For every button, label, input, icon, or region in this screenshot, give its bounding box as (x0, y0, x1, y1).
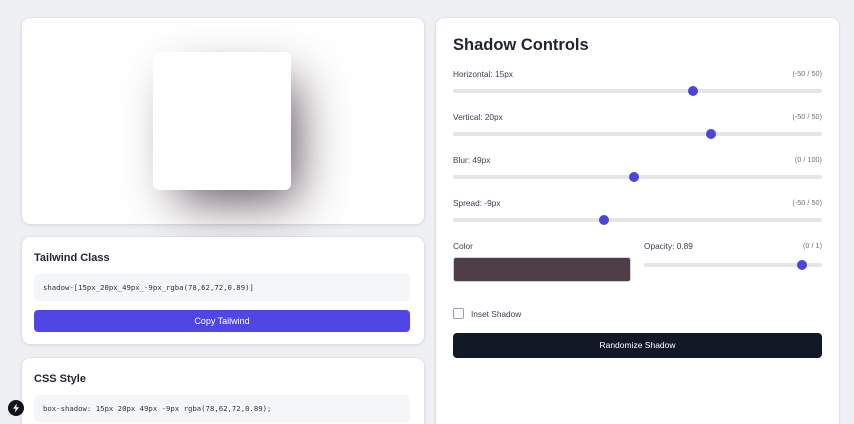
inset-shadow-checkbox[interactable] (453, 308, 464, 319)
blur-range: (0 / 100) (794, 155, 822, 164)
opacity-slider-thumb[interactable] (797, 260, 808, 270)
css-card: CSS Style box-shadow: 15px 20px 49px -9p… (22, 358, 424, 424)
opacity-range: (0 / 1) (802, 241, 822, 250)
opacity-slider[interactable] (644, 260, 822, 270)
tailwind-code: shadow-[15px_20px_49px_-9px_rgba(78,62,7… (34, 274, 410, 301)
spread-label: Spread: -9px (453, 198, 501, 208)
copy-tailwind-button[interactable]: Copy Tailwind (34, 310, 410, 332)
preview-card (22, 18, 424, 224)
controls-card: Shadow Controls Horizontal: 15px (-50 / … (436, 18, 839, 424)
blur-slider-thumb[interactable] (628, 172, 639, 182)
randomize-shadow-button[interactable]: Randomize Shadow (453, 333, 822, 358)
vertical-range: (-50 / 50) (792, 112, 822, 121)
controls-title: Shadow Controls (453, 36, 589, 54)
horizontal-label: Horizontal: 15px (453, 69, 513, 79)
horizontal-slider[interactable] (453, 86, 822, 96)
css-title: CSS Style (34, 373, 86, 385)
vertical-slider-thumb[interactable] (706, 129, 717, 139)
blur-slider[interactable] (453, 172, 822, 182)
vertical-slider[interactable] (453, 129, 822, 139)
horizontal-range: (-50 / 50) (792, 69, 822, 78)
tailwind-title: Tailwind Class (34, 252, 110, 264)
horizontal-slider-thumb[interactable] (687, 86, 698, 96)
spread-slider-thumb[interactable] (599, 215, 610, 225)
css-code: box-shadow: 15px 20px 49px -9px rgba(78,… (34, 395, 410, 422)
inset-shadow-label: Inset Shadow (471, 309, 522, 319)
color-picker[interactable] (453, 257, 631, 282)
tailwind-card: Tailwind Class shadow-[15px_20px_49px_-9… (22, 237, 424, 344)
lightning-icon (13, 403, 19, 413)
shadow-preview-box (153, 52, 291, 190)
lightning-badge-icon[interactable] (8, 400, 24, 416)
vertical-label: Vertical: 20px (453, 112, 503, 122)
opacity-label: Opacity: 0.89 (644, 241, 693, 251)
spread-slider[interactable] (453, 215, 822, 225)
spread-range: (-50 / 50) (792, 198, 822, 207)
color-label: Color (453, 241, 473, 251)
blur-label: Blur: 49px (453, 155, 491, 165)
